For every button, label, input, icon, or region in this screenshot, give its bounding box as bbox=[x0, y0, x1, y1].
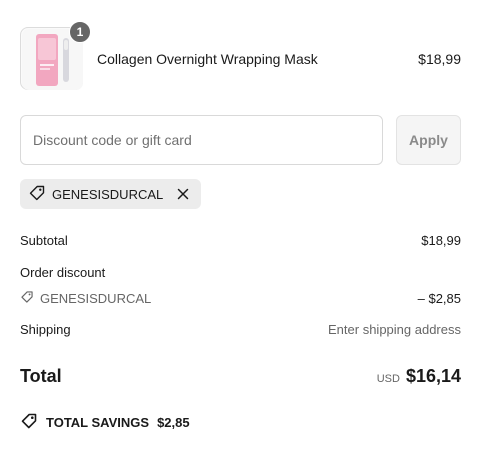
savings-label: TOTAL SAVINGS bbox=[46, 415, 150, 430]
tag-icon bbox=[20, 290, 34, 307]
order-discount-label: Order discount bbox=[20, 265, 106, 280]
savings-value: $2,85 bbox=[157, 415, 190, 430]
apply-discount-button[interactable]: Apply bbox=[396, 115, 461, 165]
discount-code-info: GENESISDURCAL bbox=[20, 290, 151, 307]
applied-discount-chip: GENESISDURCAL bbox=[20, 179, 202, 209]
subtotal-value: $18,99 bbox=[421, 233, 461, 248]
subtotal-row: Subtotal $18,99 bbox=[20, 233, 461, 248]
total-amount: $16,14 bbox=[405, 366, 461, 386]
total-savings: TOTAL SAVINGS $2,85 bbox=[20, 412, 190, 433]
total-label: Total bbox=[20, 366, 62, 386]
discount-value: – $2,85 bbox=[417, 291, 461, 306]
total-row: Total USD $16,14 bbox=[20, 366, 461, 387]
discount-code-input[interactable] bbox=[20, 115, 383, 165]
product-name: Collagen Overnight Wrapping Mask bbox=[97, 51, 318, 67]
applied-code-label: GENESISDURCAL bbox=[52, 186, 164, 202]
product-price: $18,99 bbox=[418, 51, 461, 67]
shipping-label: Shipping bbox=[20, 322, 71, 337]
tag-icon bbox=[28, 184, 46, 205]
discount-code-row: GENESISDURCAL – $2,85 bbox=[20, 290, 461, 307]
product-thumbnail: 1 bbox=[20, 21, 91, 90]
subtotal-label: Subtotal bbox=[20, 233, 68, 248]
currency-code: USD bbox=[376, 373, 400, 385]
shipping-row: Shipping Enter shipping address bbox=[20, 322, 461, 337]
quantity-badge: 1 bbox=[69, 21, 91, 43]
order-discount-row: Order discount bbox=[20, 265, 461, 280]
cart-line-item: 1 Collagen Overnight Wrapping Mask $18,9… bbox=[20, 21, 461, 91]
shipping-value: Enter shipping address bbox=[328, 322, 461, 337]
remove-discount-close-icon[interactable] bbox=[175, 186, 191, 202]
total-amount-group: USD $16,14 bbox=[377, 366, 461, 387]
discount-code-label: GENESISDURCAL bbox=[40, 291, 152, 306]
discount-form: Apply bbox=[20, 115, 461, 165]
savings-tag-icon bbox=[20, 412, 38, 433]
